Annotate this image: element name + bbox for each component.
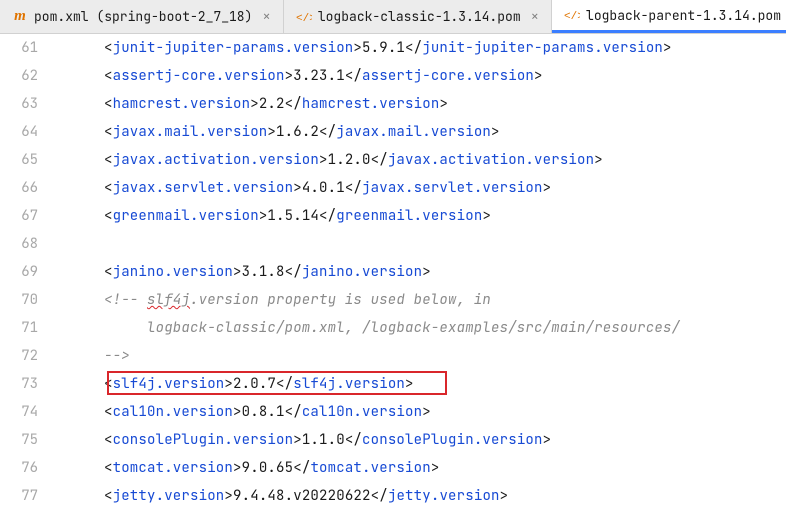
line-number: 66 [0, 174, 38, 202]
line-number: 62 [0, 62, 38, 90]
code-line[interactable]: <assertj-core.version>3.23.1</assertj-co… [104, 62, 786, 90]
line-number: 69 [0, 258, 38, 286]
code-line[interactable]: <jetty.version>9.4.48.v20220622</jetty.v… [104, 482, 786, 510]
line-number: 76 [0, 454, 38, 482]
code-line[interactable] [104, 230, 786, 258]
line-number: 61 [0, 34, 38, 62]
code-line[interactable]: <!-- slf4j.version property is used belo… [104, 286, 786, 314]
tab-label: logback-parent-1.3.14.pom [586, 7, 781, 24]
line-number: 73 [0, 370, 38, 398]
tab-logback-parent[interactable]: </> logback-parent-1.3.14.pom × [552, 0, 786, 33]
code-line[interactable]: --> [104, 342, 786, 370]
tab-label: logback-classic-1.3.14.pom [318, 8, 521, 25]
code-line[interactable]: <janino.version>3.1.8</janino.version> [104, 258, 786, 286]
code-line[interactable]: <hamcrest.version>2.2</hamcrest.version> [104, 90, 786, 118]
tab-pom-springboot[interactable]: m pom.xml (spring-boot-2_7_18) × [0, 0, 284, 33]
xml-icon: </> [296, 9, 312, 25]
line-number: 74 [0, 398, 38, 426]
editor-tabs: m pom.xml (spring-boot-2_7_18) × </> log… [0, 0, 786, 34]
line-number: 77 [0, 482, 38, 510]
tab-logback-classic[interactable]: </> logback-classic-1.3.14.pom × [284, 0, 552, 33]
code-line[interactable]: <javax.servlet.version>4.0.1</javax.serv… [104, 174, 786, 202]
code-editor[interactable]: 6162636465666768697071727374757677 <juni… [0, 34, 786, 504]
code-line[interactable]: <slf4j.version>2.0.7</slf4j.version> [104, 370, 786, 398]
line-number: 67 [0, 202, 38, 230]
close-icon[interactable]: × [262, 8, 270, 26]
code-line[interactable]: <consolePlugin.version>1.1.0</consolePlu… [104, 426, 786, 454]
maven-icon: m [12, 9, 28, 25]
line-number: 63 [0, 90, 38, 118]
tab-label: pom.xml (spring-boot-2_7_18) [34, 8, 252, 25]
code-line[interactable]: <greenmail.version>1.5.14</greenmail.ver… [104, 202, 786, 230]
code-line[interactable]: <javax.activation.version>1.2.0</javax.a… [104, 146, 786, 174]
code-line[interactable]: <tomcat.version>9.0.65</tomcat.version> [104, 454, 786, 482]
code-line[interactable]: <cal10n.version>0.8.1</cal10n.version> [104, 398, 786, 426]
line-number: 65 [0, 146, 38, 174]
svg-text:</>: </> [564, 11, 580, 23]
line-number: 71 [0, 314, 38, 342]
line-number-gutter: 6162636465666768697071727374757677 [0, 34, 56, 504]
line-number: 68 [0, 230, 38, 258]
code-area[interactable]: <junit-jupiter-params.version>5.9.1</jun… [104, 34, 786, 504]
svg-text:</>: </> [296, 13, 312, 25]
xml-icon: </> [564, 7, 580, 23]
line-number: 72 [0, 342, 38, 370]
line-number: 70 [0, 286, 38, 314]
fold-margin [56, 34, 104, 504]
line-number: 64 [0, 118, 38, 146]
close-icon[interactable]: × [531, 8, 539, 26]
line-number: 75 [0, 426, 38, 454]
code-line[interactable]: logback-classic/pom.xml, /logback-exampl… [104, 314, 786, 342]
code-line[interactable]: <junit-jupiter-params.version>5.9.1</jun… [104, 34, 786, 62]
code-line[interactable]: <javax.mail.version>1.6.2</javax.mail.ve… [104, 118, 786, 146]
